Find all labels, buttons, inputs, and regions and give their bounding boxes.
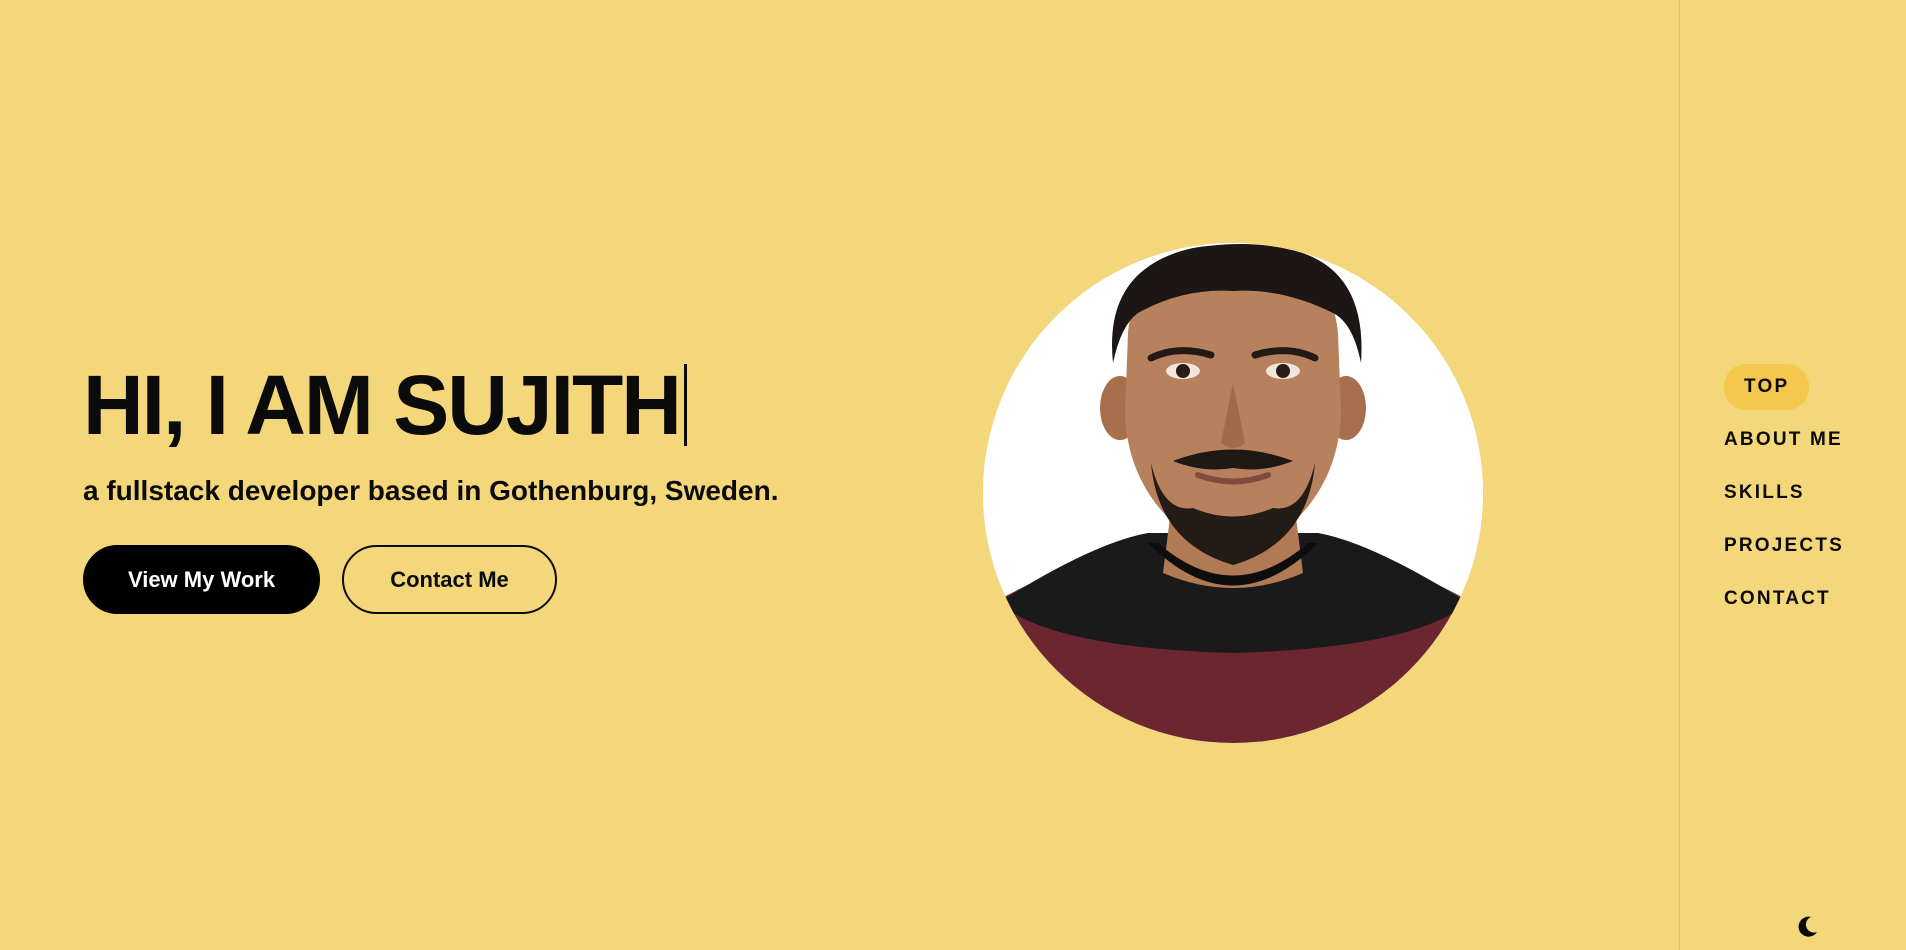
- section-nav: TOP ABOUT ME SKILLS PROJECTS CONTACT: [1724, 364, 1844, 617]
- hero-section: HI, I AM SUJITH a fullstack developer ba…: [83, 355, 943, 614]
- profile-photo-illustration: [983, 243, 1483, 743]
- moon-icon: [1798, 916, 1817, 937]
- nav-item-skills[interactable]: SKILLS: [1724, 475, 1805, 511]
- typing-caret: [683, 364, 687, 446]
- hero-title-text: HI, I AM SUJITH: [83, 358, 682, 452]
- hero-buttons: View My Work Contact Me: [83, 545, 943, 614]
- sidebar-nav: TOP ABOUT ME SKILLS PROJECTS CONTACT: [1679, 0, 1906, 950]
- nav-item-top[interactable]: TOP: [1724, 364, 1810, 410]
- theme-toggle-button[interactable]: [1794, 914, 1820, 940]
- page: HI, I AM SUJITH a fullstack developer ba…: [0, 0, 1906, 950]
- profile-photo: [983, 243, 1483, 743]
- nav-item-projects[interactable]: PROJECTS: [1724, 528, 1844, 564]
- nav-item-contact[interactable]: CONTACT: [1724, 581, 1831, 617]
- hero-subtitle: a fullstack developer based in Gothenbur…: [83, 475, 779, 506]
- hero-title: HI, I AM SUJITH: [83, 355, 943, 455]
- view-my-work-button[interactable]: View My Work: [83, 545, 320, 614]
- nav-item-about-me[interactable]: ABOUT ME: [1724, 422, 1843, 458]
- contact-me-button[interactable]: Contact Me: [342, 545, 557, 614]
